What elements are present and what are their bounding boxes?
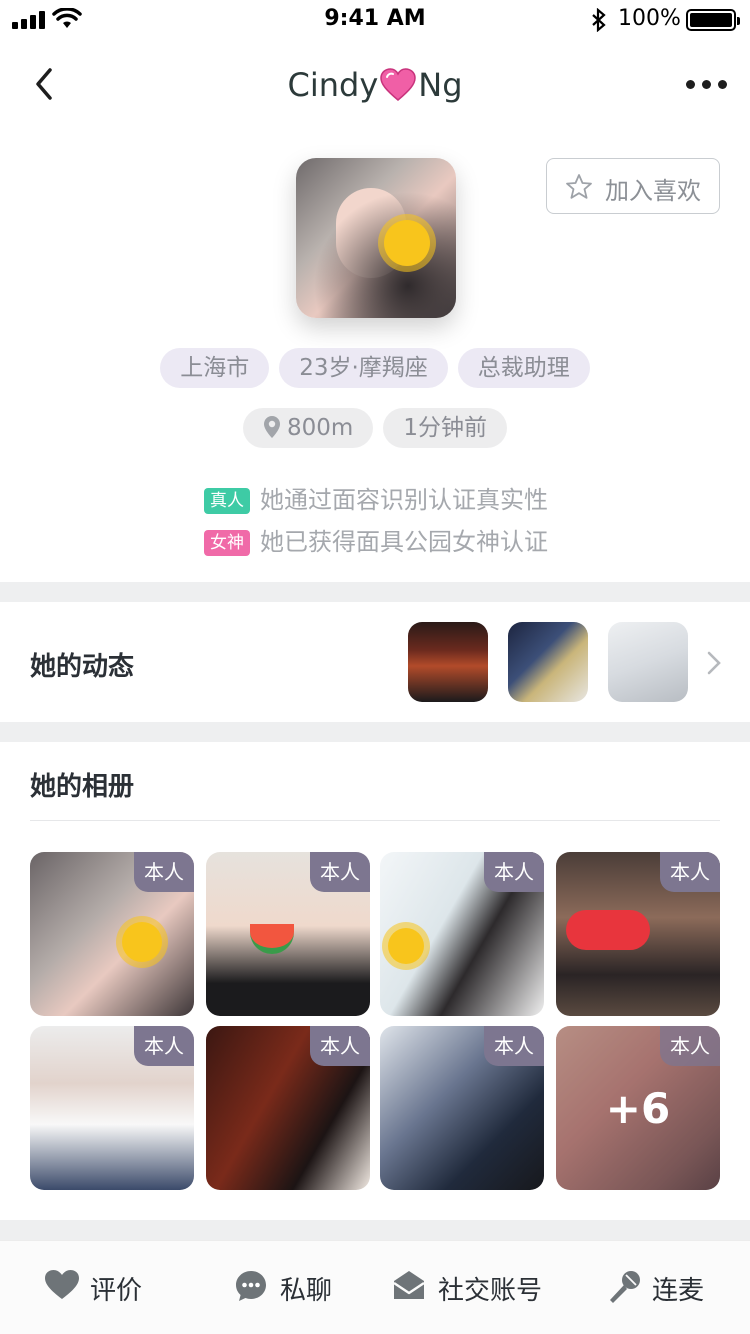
profile-tags: 上海市 23岁·摩羯座 总裁助理 [0, 348, 750, 388]
navigation-bar: Cindy Ng [0, 40, 750, 132]
tag-occupation: 总裁助理 [457, 348, 590, 388]
distance-value: 800m [287, 415, 354, 441]
self-badge: 本人 [484, 1026, 544, 1066]
chat-bubble-icon [236, 1271, 266, 1301]
sun-sticker-icon [388, 928, 424, 964]
moments-title: 她的动态 [30, 652, 135, 682]
private-chat-label: 私聊 [280, 1276, 333, 1306]
album-photo[interactable]: 本人 [30, 1026, 194, 1190]
album-title: 她的相册 [30, 772, 135, 802]
real-person-badge: 真人 [204, 488, 250, 514]
speech-bubble-sticker-icon [566, 910, 650, 950]
self-badge: 本人 [660, 852, 720, 892]
album-photo[interactable]: 本人 [206, 1026, 370, 1190]
add-favorite-button[interactable]: 加入喜欢 [546, 158, 720, 214]
section-divider [0, 722, 750, 742]
more-photos-count: +6 [605, 1084, 671, 1133]
watermelon-sticker-icon [250, 924, 294, 954]
section-divider [0, 1220, 750, 1240]
more-options-icon[interactable] [686, 80, 728, 90]
self-badge: 本人 [660, 1026, 720, 1066]
page-title: Cindy Ng [0, 66, 750, 104]
profile-location-tags: 800m 1分钟前 [0, 408, 750, 448]
location-pin-icon [264, 416, 281, 438]
verification-real-person: 真人 她通过面容识别认证真实性 [204, 480, 548, 514]
self-badge: 本人 [310, 852, 370, 892]
moment-thumbnail[interactable] [408, 622, 488, 702]
sun-sticker-icon [384, 220, 430, 266]
battery-percent: 100% [618, 6, 681, 31]
voice-link-label: 连麦 [652, 1276, 705, 1306]
moment-thumbnail[interactable] [508, 622, 588, 702]
sun-sticker-icon [122, 922, 162, 962]
review-label: 评价 [90, 1276, 143, 1306]
chevron-right-icon[interactable] [706, 650, 722, 676]
self-badge: 本人 [484, 852, 544, 892]
bottom-action-bar: 评价 私聊 社交账号 连麦 [0, 1240, 750, 1334]
album-photo[interactable]: 本人 [30, 852, 194, 1016]
heart-icon [45, 1270, 79, 1299]
self-badge: 本人 [134, 1026, 194, 1066]
private-chat-button[interactable]: 私聊 [234, 1267, 344, 1307]
real-person-text: 她通过面容识别认证真实性 [260, 486, 548, 514]
social-accounts-button[interactable]: 社交账号 [392, 1267, 552, 1307]
section-divider [0, 582, 750, 602]
sparkling-heart-icon [380, 68, 417, 101]
name-last: Ng [418, 66, 463, 104]
envelope-icon [393, 1271, 425, 1299]
review-button[interactable]: 评价 [44, 1267, 154, 1307]
add-favorite-label: 加入喜欢 [605, 177, 701, 205]
self-badge: 本人 [134, 852, 194, 892]
status-bar: 9:41 AM 100% [0, 0, 750, 40]
album-photo[interactable]: 本人 [206, 852, 370, 1016]
goddess-badge: 女神 [204, 530, 250, 556]
goddess-text: 她已获得面具公园女神认证 [260, 528, 548, 556]
self-badge: 本人 [310, 1026, 370, 1066]
avatar[interactable] [296, 158, 456, 318]
tag-city: 上海市 [160, 348, 270, 388]
album-photo-more[interactable]: +6 本人 [556, 1026, 720, 1190]
album-photo[interactable]: 本人 [556, 852, 720, 1016]
album-photo[interactable]: 本人 [380, 1026, 544, 1190]
battery-icon [686, 9, 740, 31]
star-icon [566, 174, 592, 199]
tag-distance: 800m [243, 408, 374, 448]
album-photo[interactable]: 本人 [380, 852, 544, 1016]
moment-thumbnail[interactable] [608, 622, 688, 702]
voice-link-button[interactable]: 连麦 [606, 1267, 716, 1307]
microphone-icon [610, 1271, 640, 1303]
tag-age-zodiac: 23岁·摩羯座 [279, 348, 448, 388]
verification-goddess: 女神 她已获得面具公园女神认证 [204, 522, 548, 556]
bluetooth-icon [592, 8, 606, 32]
social-accounts-label: 社交账号 [438, 1276, 543, 1306]
album-title-divider [30, 820, 720, 821]
tag-last-active: 1分钟前 [383, 408, 507, 448]
name-first: Cindy [287, 66, 379, 104]
